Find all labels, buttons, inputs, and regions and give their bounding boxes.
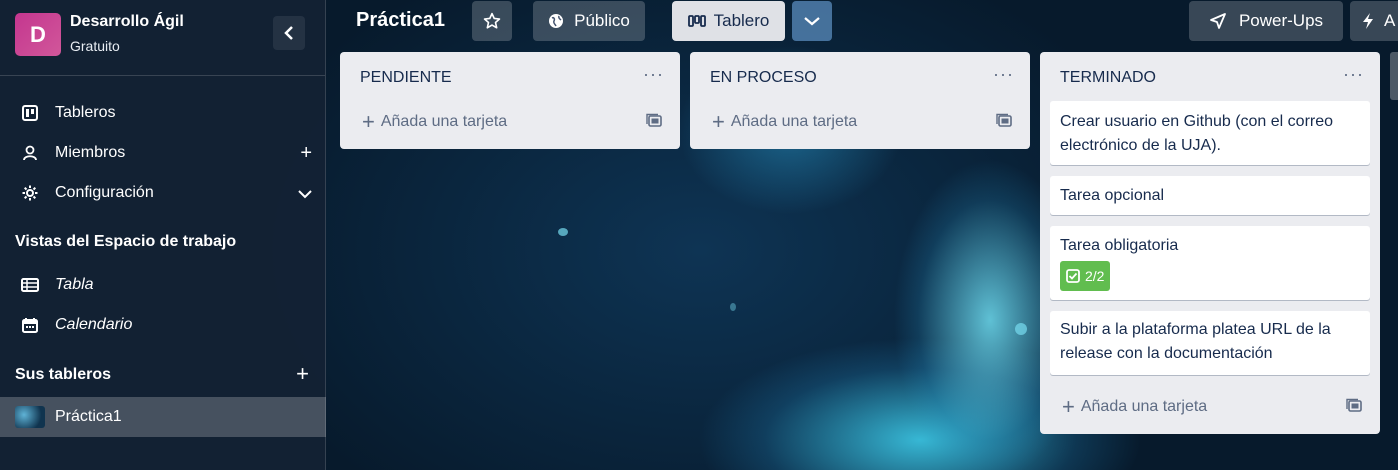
chevron-down-icon[interactable] <box>298 182 312 205</box>
list-en-proceso: EN PROCESO ··· + Añada una tarjeta <box>690 52 1030 149</box>
card-title: Crear usuario en Github (con el correo e… <box>1060 113 1334 154</box>
star-button[interactable] <box>472 1 512 41</box>
visibility-label: Público <box>574 11 630 30</box>
list-title[interactable]: TERMINADO <box>1060 69 1156 87</box>
sidebar-item-label: Miembros <box>55 144 126 161</box>
star-icon <box>483 12 501 29</box>
automation-label: A <box>1384 11 1396 30</box>
plus-icon: + <box>712 109 725 134</box>
sidebar-board-label: Práctica1 <box>55 408 122 425</box>
calendar-icon <box>20 317 40 333</box>
add-card-button[interactable]: + Añada una tarjeta <box>1062 394 1208 419</box>
board-view-icon <box>687 15 706 27</box>
board-view-label: Tablero <box>713 11 770 30</box>
workspace-plan: Gratuito <box>70 38 120 54</box>
add-card-label: Añada una tarjeta <box>730 113 858 130</box>
person-icon <box>20 145 40 161</box>
sidebar-item-tabla[interactable]: Tabla <box>0 267 326 303</box>
list-menu-button[interactable]: ··· <box>1343 64 1364 85</box>
workspace-avatar[interactable]: D <box>15 13 61 56</box>
add-card-button[interactable]: + Añada una tarjeta <box>362 109 508 134</box>
visibility-button[interactable]: Público <box>533 1 645 41</box>
sidebar-item-label: Tabla <box>55 276 94 293</box>
lightning-icon <box>1363 13 1373 29</box>
gear-icon <box>20 185 40 201</box>
rocket-icon <box>1210 13 1226 29</box>
card-title: Subir a la plataforma platea URL de la r… <box>1060 321 1331 362</box>
workspace-header: D Desarrollo Ágil Gratuito <box>0 0 325 76</box>
list-title[interactable]: PENDIENTE <box>360 69 452 87</box>
board-icon <box>20 105 40 121</box>
sidebar-item-tableros[interactable]: Tableros <box>0 95 326 131</box>
add-card-button[interactable]: + Añada una tarjeta <box>712 109 858 134</box>
workspace-views-title: Vistas del Espacio de trabajo <box>15 233 237 250</box>
sidebar-item-calendario[interactable]: Calendario <box>0 307 326 343</box>
card[interactable]: Tarea obligatoria 2/2 <box>1050 226 1370 300</box>
chevron-left-icon <box>284 26 293 40</box>
sidebar-item-label: Tableros <box>55 104 116 121</box>
list-terminado: TERMINADO ··· Crear usuario en Github (c… <box>1040 52 1380 434</box>
sidebar-item-miembros[interactable]: Miembros + <box>0 135 326 171</box>
board-thumbnail <box>15 406 45 428</box>
add-list-edge[interactable] <box>1390 52 1398 100</box>
your-boards-title: Sus tableros <box>15 366 112 383</box>
card[interactable]: Subir a la plataforma platea URL de la r… <box>1050 311 1370 375</box>
chevron-down-icon <box>804 17 820 26</box>
list-menu-button[interactable]: ··· <box>993 64 1014 85</box>
power-ups-label: Power-Ups <box>1238 11 1324 30</box>
workspace-name[interactable]: Desarrollo Ágil <box>70 13 184 31</box>
add-card-label: Añada una tarjeta <box>380 113 508 130</box>
checkbox-icon <box>1066 269 1080 283</box>
add-board-button[interactable]: + <box>296 361 309 387</box>
add-member-button[interactable]: + <box>300 142 312 165</box>
view-switcher-button[interactable] <box>792 1 832 41</box>
list-pendiente: PENDIENTE ··· + Añada una tarjeta <box>340 52 680 149</box>
globe-icon <box>549 14 564 28</box>
card-title: Tarea opcional <box>1060 187 1165 204</box>
collapse-sidebar-button[interactable] <box>273 16 305 50</box>
sidebar-item-label: Calendario <box>55 316 133 333</box>
sidebar-item-label: Configuración <box>55 184 154 201</box>
automation-button[interactable]: A <box>1350 1 1398 41</box>
checklist-count: 2/2 <box>1085 268 1105 284</box>
list-title[interactable]: EN PROCESO <box>710 69 817 87</box>
sidebar: D Desarrollo Ágil Gratuito Tableros Miem… <box>0 0 326 470</box>
card[interactable]: Crear usuario en Github (con el correo e… <box>1050 101 1370 165</box>
plus-icon: + <box>1062 394 1075 419</box>
add-card-label: Añada una tarjeta <box>1080 398 1208 415</box>
card-title: Tarea obligatoria <box>1060 237 1179 254</box>
card[interactable]: Tarea opcional <box>1050 176 1370 215</box>
card-template-icon[interactable] <box>1346 398 1362 419</box>
table-icon <box>20 278 40 292</box>
plus-icon: + <box>362 109 375 134</box>
list-menu-button[interactable]: ··· <box>643 64 664 85</box>
checklist-badge: 2/2 <box>1060 261 1111 291</box>
card-template-icon[interactable] <box>996 113 1012 134</box>
board-view-button[interactable]: Tablero <box>672 1 785 41</box>
sidebar-item-configuracion[interactable]: Configuración <box>0 175 326 211</box>
sidebar-board-practica1[interactable]: Práctica1 <box>0 397 326 437</box>
card-template-icon[interactable] <box>646 113 662 134</box>
power-ups-button[interactable]: Power-Ups <box>1189 1 1343 41</box>
board-title[interactable]: Práctica1 <box>356 9 445 32</box>
